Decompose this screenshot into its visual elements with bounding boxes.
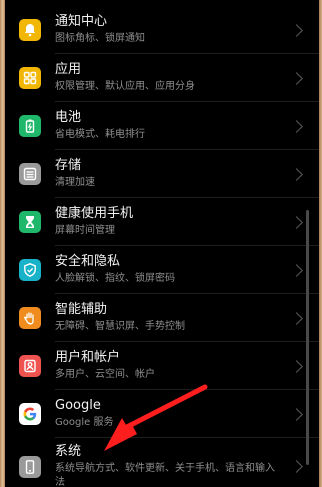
shield-icon: [19, 259, 41, 281]
settings-item-system[interactable]: 系统 系统导航方式、软件更新、关于手机、语言和输入法: [5, 440, 319, 487]
battery-icon: [19, 115, 41, 137]
hand-icon: [19, 307, 41, 329]
chevron-right-icon: [290, 167, 303, 181]
chevron-right-icon: [290, 119, 303, 133]
settings-item-subtitle: Google 服务: [55, 417, 114, 428]
settings-item-subtitle: 系统导航方式、软件更新、关于手机、语言和输入法: [55, 463, 275, 487]
settings-item-subtitle: 省电模式、耗电排行: [55, 129, 145, 140]
settings-item-security-privacy[interactable]: 安全和隐私 人脸解锁、指纹、锁屏密码: [5, 246, 319, 294]
settings-item-digital-balance[interactable]: 健康使用手机 屏幕时间管理: [5, 198, 319, 246]
settings-item-subtitle: 无障碍、智慧识屏、手势控制: [55, 321, 185, 332]
settings-item-notification-center[interactable]: 通知中心 图标角标、锁屏通知: [5, 6, 319, 54]
settings-item-users-accounts[interactable]: 用户和帐户 多用户、云空间、帐户: [5, 342, 319, 390]
settings-item-title: 智能辅助: [55, 302, 108, 317]
settings-item-title: 电池: [55, 110, 82, 125]
settings-screen: 通知中心 图标角标、锁屏通知 应用 权限管理、默认应用、应用分身 电池 省电模式: [5, 0, 319, 487]
settings-item-subtitle: 多用户、云空间、帐户: [55, 369, 155, 380]
chevron-right-icon: [290, 71, 303, 85]
bell-icon: [19, 19, 41, 41]
scrollbar[interactable]: [306, 210, 309, 465]
user-icon: [19, 355, 41, 377]
chevron-right-icon: [290, 263, 303, 277]
settings-item-title: 健康使用手机: [55, 206, 134, 221]
chevron-right-icon: [290, 359, 303, 373]
chevron-right-icon: [290, 407, 303, 421]
storage-icon: [19, 163, 41, 185]
settings-item-storage[interactable]: 存储 清理加速: [5, 150, 319, 198]
settings-item-smart-assistance[interactable]: 智能辅助 无障碍、智慧识屏、手势控制: [5, 294, 319, 342]
divider: [55, 437, 319, 438]
settings-item-title: 安全和隐私: [55, 254, 121, 269]
settings-item-title: 存储: [55, 158, 82, 173]
google-icon: [19, 403, 41, 425]
hourglass-icon: [19, 211, 41, 233]
chevron-right-icon: [290, 215, 303, 229]
apps-grid-icon: [19, 67, 41, 89]
settings-item-subtitle: 人脸解锁、指纹、锁屏密码: [55, 273, 175, 284]
chevron-right-icon: [290, 311, 303, 325]
settings-item-google[interactable]: Google Google 服务: [5, 390, 319, 438]
settings-item-subtitle: 权限管理、默认应用、应用分身: [55, 81, 195, 92]
settings-item-battery[interactable]: 电池 省电模式、耗电排行: [5, 102, 319, 150]
settings-item-apps[interactable]: 应用 权限管理、默认应用、应用分身: [5, 54, 319, 102]
settings-item-subtitle: 屏幕时间管理: [55, 225, 115, 236]
settings-item-title: 系统: [55, 444, 82, 459]
chevron-right-icon: [290, 460, 303, 473]
settings-item-title: 应用: [55, 62, 82, 77]
system-phone-icon: [19, 456, 41, 478]
settings-item-title: 用户和帐户: [55, 350, 121, 365]
settings-item-title: Google: [55, 398, 101, 413]
chevron-right-icon: [290, 23, 303, 37]
settings-item-subtitle: 清理加速: [55, 177, 95, 188]
settings-item-subtitle: 图标角标、锁屏通知: [55, 33, 145, 44]
settings-item-title: 通知中心: [55, 14, 108, 29]
